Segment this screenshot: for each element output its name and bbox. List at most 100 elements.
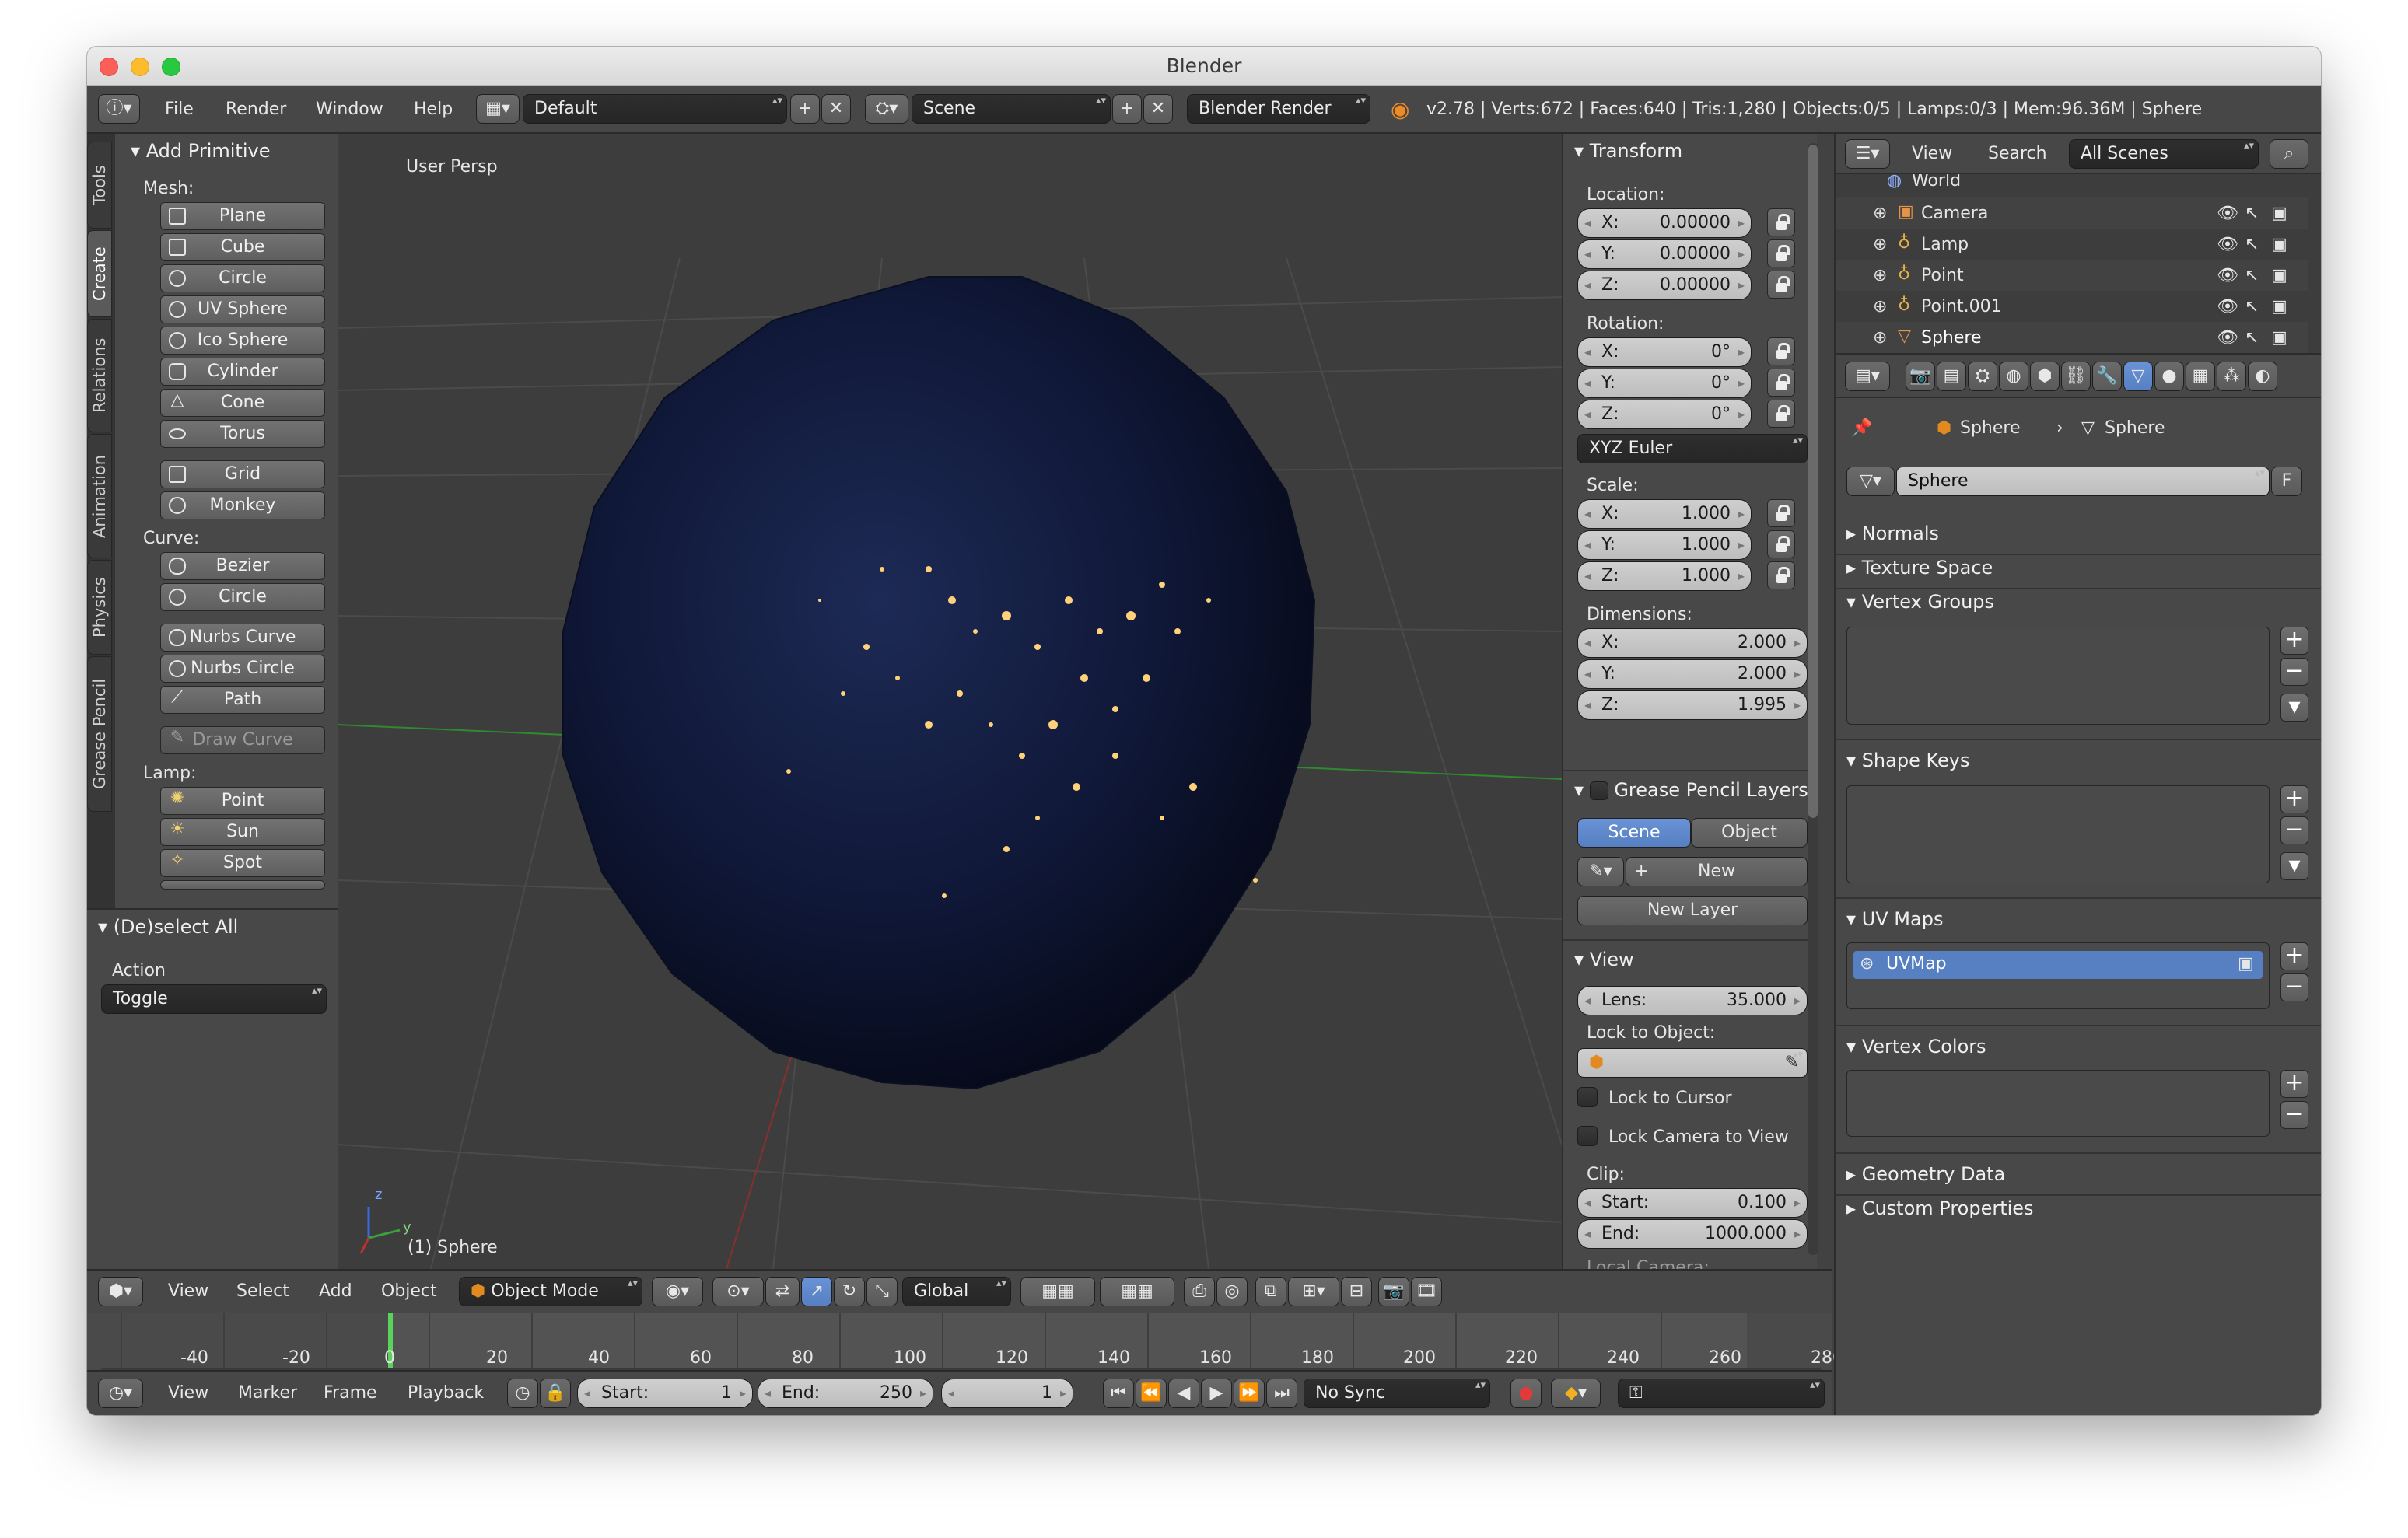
scene-select[interactable]: Scene <box>912 94 1111 124</box>
geometry-data-panel-header[interactable]: ▸ Geometry Data <box>1846 1163 2005 1185</box>
uv-maps-list[interactable]: ⊛ UVMap ▣ <box>1846 942 2270 1009</box>
delete-layout-button[interactable]: ✕ <box>821 94 851 124</box>
vertex-groups-panel-header[interactable]: ▾ Vertex Groups <box>1846 591 1994 613</box>
tab-grease-pencil[interactable]: Grease Pencil <box>87 656 112 812</box>
mesh-name-field[interactable]: Sphere <box>1896 467 2270 496</box>
delete-scene-button[interactable]: ✕ <box>1143 94 1173 124</box>
add-scene-button[interactable]: + <box>1112 94 1142 124</box>
object-tab-icon[interactable]: ⬢ <box>2030 362 2060 391</box>
editor-type-info[interactable]: ⓘ▾ <box>98 94 140 124</box>
current-frame-field[interactable]: 1 <box>941 1379 1073 1408</box>
add-cube-button[interactable]: Cube <box>160 233 325 261</box>
earth-sphere[interactable] <box>562 276 1316 1090</box>
add-cylinder-button[interactable]: Cylinder <box>160 358 325 386</box>
outliner-row-world[interactable]: ◍ World <box>1836 174 2308 197</box>
menu-object[interactable]: Object <box>381 1277 437 1306</box>
expand-icon[interactable]: ⊕ <box>1873 235 1887 254</box>
outliner-row-lamp[interactable]: ⊕ ♁ Lamp 👁 ↖ ▣ <box>1836 229 2308 260</box>
menu-view-timeline[interactable]: View <box>168 1379 208 1408</box>
outliner-row-camera[interactable]: ⊕ ▣ Camera 👁 ↖ ▣ <box>1836 197 2308 229</box>
pivot-point-button[interactable]: ⊙▾ <box>712 1277 764 1306</box>
lock-icon[interactable] <box>1767 561 1795 589</box>
render-camera-icon[interactable]: ▣ <box>2271 235 2287 254</box>
shape-key-specials-button[interactable]: ▾ <box>2280 852 2308 880</box>
add-monkey-button[interactable]: Monkey <box>160 491 325 519</box>
draw-curve-button[interactable]: ✎ Draw Curve <box>160 726 325 754</box>
outliner-filter-select[interactable]: All Scenes <box>2069 139 2259 169</box>
menu-view[interactable]: View <box>168 1277 208 1306</box>
tab-relations[interactable]: Relations <box>87 319 112 432</box>
add-spot-lamp-button[interactable]: ✧ Spot <box>160 849 325 877</box>
lock-icon[interactable] <box>1767 271 1795 299</box>
view-panel-header[interactable]: ▾ View <box>1574 949 1634 970</box>
layers-grid-1[interactable]: ▦▦ <box>1020 1277 1095 1306</box>
remove-vertex-color-button[interactable]: − <box>2280 1101 2308 1129</box>
world-tab-icon[interactable]: ◍ <box>1999 362 2028 391</box>
outliner-row-point[interactable]: ⊕ ♁ Point 👁 ↖ ▣ <box>1836 260 2308 291</box>
expand-icon[interactable]: ⊕ <box>1873 266 1887 285</box>
record-button[interactable]: ● <box>1510 1379 1542 1408</box>
add-circle-button[interactable]: Circle <box>160 264 325 292</box>
menu-search-outliner[interactable]: Search <box>1988 139 2047 169</box>
lock-icon[interactable] <box>1767 530 1795 558</box>
remove-vertex-group-button[interactable]: − <box>2280 658 2308 686</box>
select-arrow-icon[interactable]: ↖ <box>2245 266 2259 285</box>
proportional-edit-button[interactable]: ◎ <box>1216 1277 1248 1306</box>
material-tab-icon[interactable]: ● <box>2154 362 2184 391</box>
add-path-button[interactable]: ⟋ Path <box>160 686 325 714</box>
lens-field[interactable]: Lens: 35.000 <box>1577 986 1808 1015</box>
menu-render[interactable]: Render <box>226 95 286 124</box>
rotation-z-field[interactable]: Z: 0° <box>1577 400 1752 429</box>
add-point-lamp-button[interactable]: ✺ Point <box>160 787 325 815</box>
scale-z-field[interactable]: Z: 1.000 <box>1577 561 1752 591</box>
visibility-eye-icon[interactable]: 👁 <box>2217 266 2238 285</box>
add-uv-sphere-button[interactable]: UV Sphere <box>160 295 325 323</box>
screen-layout-icon[interactable]: ▦▾ <box>476 94 520 124</box>
add-primitive-panel-header[interactable]: ▾ Add Primitive <box>131 140 270 162</box>
eyedropper-icon[interactable]: ✎ <box>1785 1049 1799 1077</box>
snap-target-button[interactable]: ⊟ <box>1341 1277 1372 1306</box>
remove-uv-map-button[interactable]: − <box>2280 973 2308 1001</box>
scene-icon[interactable]: ⛭▾ <box>865 94 908 124</box>
sync-mode-select[interactable]: No Sync <box>1304 1379 1490 1408</box>
scale-manipulator[interactable]: ⤡ <box>866 1277 898 1306</box>
remove-shape-key-button[interactable]: − <box>2280 816 2308 844</box>
dimension-z-field[interactable]: Z: 1.995 <box>1577 690 1808 720</box>
editor-type-properties[interactable]: ▤▾ <box>1845 362 1890 391</box>
expand-icon[interactable]: ⊕ <box>1873 204 1887 223</box>
add-grid-button[interactable]: Grid <box>160 460 325 488</box>
clip-start-field[interactable]: Start: 0.100 <box>1577 1188 1808 1218</box>
deselect-all-header[interactable]: ▾ (De)select All <box>98 916 238 938</box>
physics-tab-icon[interactable]: ◐ <box>2248 362 2277 391</box>
expand-icon[interactable]: ⊕ <box>1873 297 1887 316</box>
end-frame-field[interactable]: End: 250 <box>758 1379 933 1408</box>
snap-toggle-button[interactable]: ⧉ <box>1255 1277 1286 1306</box>
menu-playback[interactable]: Playback <box>408 1379 484 1408</box>
lock-icon[interactable] <box>1767 337 1795 365</box>
add-shape-key-button[interactable]: + <box>2280 785 2308 813</box>
tab-create[interactable]: Create <box>87 230 112 317</box>
vertex-group-specials-button[interactable]: ▾ <box>2280 694 2308 722</box>
opengl-render-button[interactable]: 📷 <box>1378 1277 1409 1306</box>
action-select[interactable]: Toggle <box>101 984 327 1014</box>
location-z-field[interactable]: Z: 0.00000 <box>1577 271 1752 300</box>
render-camera-icon[interactable]: ▣ <box>2271 204 2287 223</box>
scrollbar-thumb[interactable] <box>1808 145 1818 818</box>
zoom-button[interactable] <box>162 58 180 76</box>
scale-y-field[interactable]: Y: 1.000 <box>1577 530 1752 560</box>
rotation-mode-select[interactable]: XYZ Euler <box>1577 434 1808 463</box>
gp-new-layer-button[interactable]: New Layer <box>1577 896 1808 925</box>
add-hemi-lamp-button-partial[interactable] <box>160 880 325 890</box>
lock-layers-button[interactable]: ⎙ <box>1184 1277 1215 1306</box>
add-cone-button[interactable]: △ Cone <box>160 389 325 417</box>
translate-manipulator[interactable]: ↗ <box>801 1277 832 1306</box>
visibility-eye-icon[interactable]: 👁 <box>2217 297 2238 316</box>
render-camera-icon[interactable]: ▣ <box>2271 297 2287 316</box>
dimension-x-field[interactable]: X: 2.000 <box>1577 628 1808 658</box>
add-vertex-group-button[interactable]: + <box>2280 627 2308 655</box>
location-x-field[interactable]: X: 0.00000 <box>1577 208 1752 238</box>
play-reverse-button[interactable]: ◀ <box>1168 1379 1199 1408</box>
select-arrow-icon[interactable]: ↖ <box>2245 328 2259 348</box>
lock-icon[interactable] <box>1767 499 1795 527</box>
lock-time-cursor-button[interactable]: 🔒 <box>540 1379 571 1408</box>
